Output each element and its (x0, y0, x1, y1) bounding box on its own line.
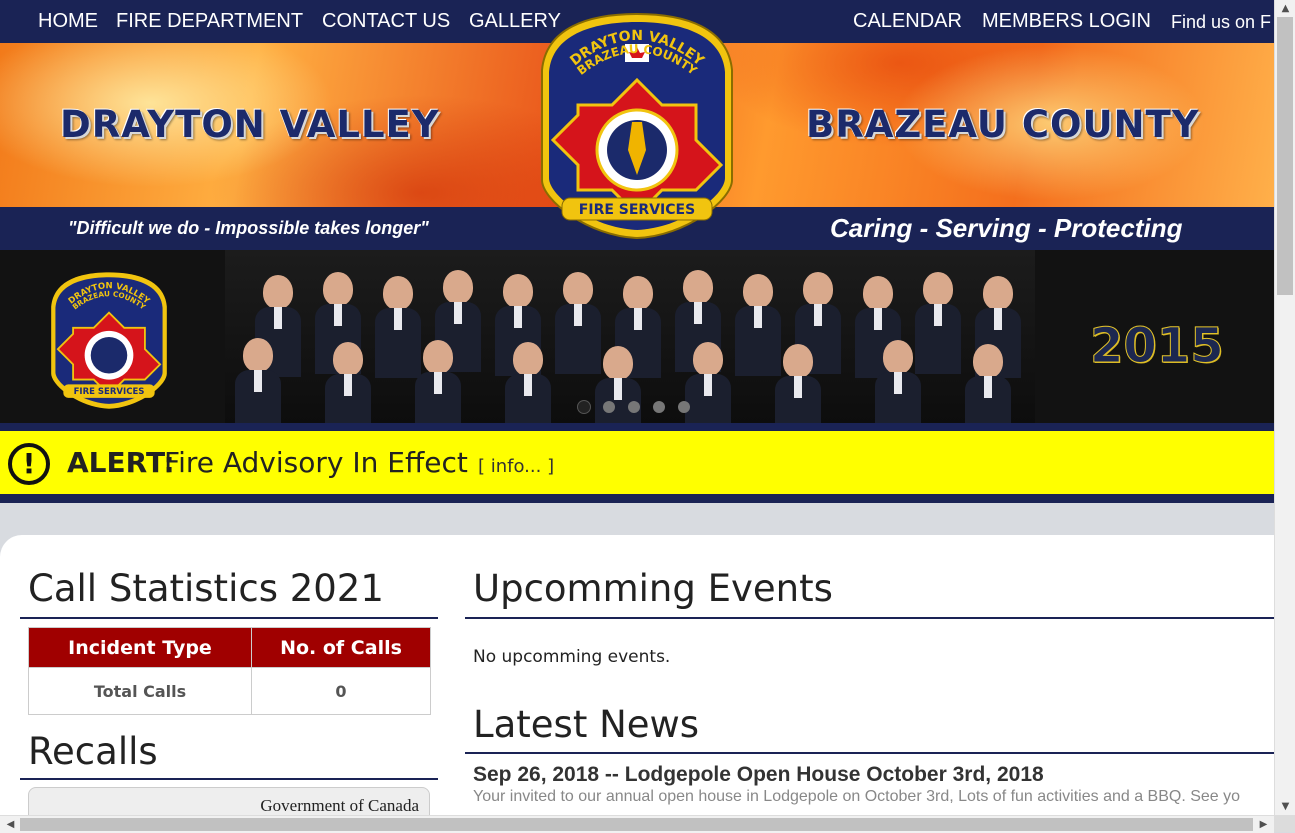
alert-border-bottom (0, 494, 1274, 503)
nav-fire-department[interactable]: FIRE DEPARTMENT (116, 10, 303, 33)
recalls-widget[interactable]: Government of Canada (28, 787, 430, 815)
nav-contact-us[interactable]: CONTACT US (322, 10, 450, 33)
alert-border-top (0, 423, 1274, 431)
page: HOME FIRE DEPARTMENT CONTACT US GALLERY … (0, 0, 1274, 815)
slider-dot-2[interactable] (603, 401, 615, 413)
divider (465, 617, 1274, 619)
motto-right: Caring - Serving - Protecting (830, 213, 1183, 243)
nav-members-login[interactable]: MEMBERS LOGIN (982, 10, 1151, 33)
slide-year: 2015 (1090, 318, 1225, 375)
recalls-source: Government of Canada (260, 796, 419, 815)
scrollbar-corner (1274, 815, 1295, 832)
scroll-up-arrow-icon[interactable]: ▲ (1275, 0, 1295, 17)
banner-title-right: BRAZEAU COUNTY (806, 103, 1200, 146)
horizontal-scroll-thumb[interactable] (20, 818, 1253, 831)
photo-slider[interactable]: FIRE SERVICES DRAYTON VALLEY BRAZEAU COU… (0, 250, 1274, 423)
svg-text:FIRE SERVICES: FIRE SERVICES (74, 387, 145, 397)
vertical-scrollbar[interactable]: ▲ ▼ (1274, 0, 1295, 815)
vertical-scroll-thumb[interactable] (1277, 17, 1293, 295)
column-header-incident-type: Incident Type (28, 627, 252, 668)
scroll-down-arrow-icon[interactable]: ▼ (1275, 798, 1295, 815)
call-statistics-table: Incident Type No. of Calls Total Calls 0 (28, 627, 431, 715)
alert-label: ALERT: (67, 446, 175, 479)
cell-incident-type: Total Calls (28, 667, 252, 715)
svg-text:FIRE SERVICES: FIRE SERVICES (579, 202, 695, 218)
alert-info-link[interactable]: [ info... ] (478, 456, 554, 477)
banner-title-left: DRAYTON VALLEY (60, 103, 440, 146)
table-row: Total Calls 0 (28, 667, 431, 715)
column-header-no-of-calls: No. of Calls (251, 627, 431, 668)
alert-bar: ! ALERT: Fire Advisory In Effect [ info.… (0, 431, 1274, 494)
exclamation-icon: ! (8, 443, 50, 485)
slider-dots (578, 398, 703, 417)
slider-dot-4[interactable] (653, 401, 665, 413)
nav-home[interactable]: HOME (38, 10, 98, 33)
news-excerpt: Your invited to our annual open house in… (473, 788, 1241, 805)
cell-call-count: 0 (251, 667, 431, 715)
latest-news-title: Latest News (473, 703, 700, 746)
nav-calendar[interactable]: CALENDAR (853, 10, 962, 33)
slider-dot-5[interactable] (678, 401, 690, 413)
call-statistics-title: Call Statistics 2021 (28, 567, 384, 610)
alert-message: Fire Advisory In Effect (164, 446, 468, 479)
slider-badge-logo: FIRE SERVICES DRAYTON VALLEY BRAZEAU COU… (51, 272, 167, 409)
divider (465, 752, 1274, 754)
divider (20, 778, 438, 780)
no-events-text: No upcomming events. (473, 647, 671, 667)
scroll-right-arrow-icon[interactable]: ▶ (1253, 816, 1274, 833)
fire-services-badge-logo[interactable]: FIRE SERVICES DRAYTON VALLEY BRAZEAU COU… (536, 10, 738, 240)
upcoming-events-title: Upcomming Events (473, 567, 833, 610)
motto-left: "Difficult we do - Impossible takes long… (68, 218, 429, 238)
horizontal-scrollbar[interactable]: ◀ ▶ (0, 815, 1274, 833)
scroll-left-arrow-icon[interactable]: ◀ (0, 816, 21, 833)
main-content: Call Statistics 2021 Incident Type No. o… (0, 535, 1274, 815)
slider-dot-3[interactable] (628, 401, 640, 413)
slider-dot-1[interactable] (578, 401, 590, 413)
news-headline-link[interactable]: Sep 26, 2018 -- Lodgepole Open House Oct… (473, 763, 1044, 787)
recalls-title: Recalls (28, 730, 158, 773)
divider (20, 617, 438, 619)
nav-find-us-facebook[interactable]: Find us on F (1171, 12, 1271, 33)
